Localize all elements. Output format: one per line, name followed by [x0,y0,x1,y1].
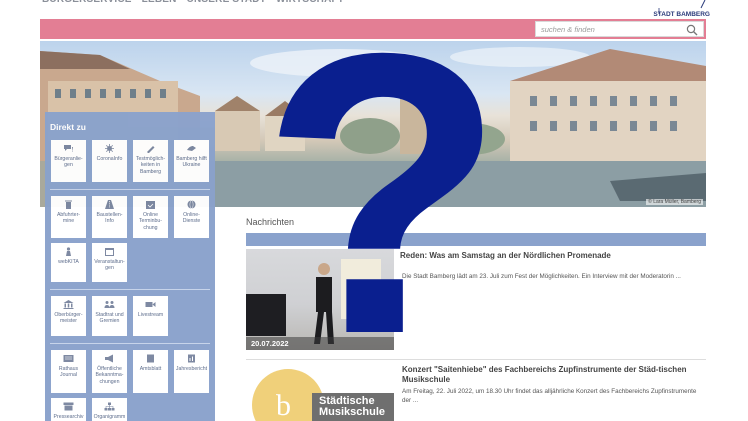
tile-abfuhrtermine[interactable]: Abfuhrter-mine [51,196,86,238]
news-header-bar [246,233,706,246]
tile-bamberg-hilft-ukraine[interactable]: Bamberg hilft Ukraine [174,140,209,182]
tile-label: Jahresbericht [175,366,208,372]
news-teaser: Die Stadt Bamberg lädt am 23. Juli zum F… [402,273,681,280]
tile-label: Amtsblatt [139,366,162,372]
tile-organigramm[interactable]: Organigramm [92,398,127,421]
org-chart-icon [104,402,115,411]
building-icon [63,300,74,309]
news-image[interactable]: b Städtische Musikschule [246,363,394,421]
document-icon [147,354,154,363]
sidebar-title: Direkt zu [50,122,86,132]
report-icon [188,354,195,363]
calendar-check-icon [146,201,155,209]
megaphone-icon [105,354,113,363]
tile-livestream[interactable]: Livestream [133,296,168,336]
tile-pressearchiv[interactable]: Pressearchiv [51,398,86,421]
nav-item-buergerservice[interactable]: BÜRGERSERVICE [42,0,132,8]
tile-amtsblatt[interactable]: Amtsblatt [133,350,168,393]
tile-rathaus-journal[interactable]: Rathaus Journal [51,350,86,393]
road-icon [105,200,114,209]
tile-label: Oberbürger-meister [54,312,83,325]
sidebar-divider [50,189,210,190]
group-icon [104,301,115,308]
video-icon [145,302,156,307]
tile-label: Online-Dienste [182,212,201,225]
page: BÜRGERSERVICE LEBEN UNSERE STADT WIRTSCH… [0,0,748,421]
newspaper-icon [63,355,74,362]
news-headline[interactable]: Konzert "Saitenhiebe" des Fachbereichs Z… [402,365,702,385]
tile-buergeranliegen[interactable]: Bürgeranlie-gen [51,140,86,182]
tile-label: Livestream [137,312,164,318]
logo-text: STADT BAMBERG [653,11,710,18]
tile-veranstaltungen[interactable]: Veranstaltun-gen [92,243,127,282]
nav-item-wirtschaft[interactable]: WIRTSCHAFT [276,0,344,8]
tile-stadtrat-gremien[interactable]: Stadtrat und Gremien [92,296,127,336]
nav-item-unsere-stadt[interactable]: UNSERE STADT [187,0,266,8]
moderator-photo [246,259,381,344]
main-nav: BÜRGERSERVICE LEBEN UNSERE STADT WIRTSCH… [42,0,344,8]
search-bar [40,19,706,39]
virus-icon [105,144,114,153]
tile-baustellen-info[interactable]: Baustellen-Info [92,196,127,238]
logo[interactable]: STADT BAMBERG [653,0,710,18]
tile-label: Stadtrat und Gremien [95,312,124,325]
tile-label: webKITA [58,259,79,265]
photo-credit: © Lara Müller, Bamberg [646,199,703,205]
helping-hands-icon [187,146,196,151]
tile-label: CoronaInfo [96,156,123,162]
music-school-label: Städtische Musikschule [319,395,386,418]
tile-label: Testmöglich-keiten in Bamberg [135,156,166,175]
direkt-zu-sidebar: Direkt zu Bürgeranlie-gen CoronaInfo Tes… [45,112,215,421]
tile-jahresbericht[interactable]: Jahresbericht [174,350,209,393]
tile-testmoeglichkeiten[interactable]: Testmöglich-keiten in Bamberg [133,140,168,182]
tile-label: Baustellen-Info [96,212,123,225]
news-teaser: Am Freitag, 22. Juli 2022, um 18.30 Uhr … [402,388,697,404]
tile-label: Rathaus Journal [58,366,79,379]
svg-text:b: b [276,389,291,421]
tile-webkita[interactable]: webKITA [51,243,86,282]
news-date: 20.07.2022 [246,337,394,350]
child-icon [66,247,71,256]
tile-online-terminbuchung[interactable]: Online Terminbu-chung [133,196,168,238]
tile-oeffentliche-bekanntmachungen[interactable]: Öffentliche Bekanntma-chungen [92,350,127,393]
tile-oberbuergermeister[interactable]: Oberbürger-meister [51,296,86,336]
tile-online-dienste[interactable]: Online-Dienste [174,196,209,238]
tile-label: Online Terminbu-chung [138,212,163,231]
chat-icon [64,145,73,152]
search-icon[interactable] [686,24,698,36]
news-headline[interactable]: Reden: Was am Samstag an der Nördlichen … [400,251,700,261]
tile-label: Öffentliche Bekanntma-chungen [95,366,124,385]
tile-label: Bamberg hilft Ukraine [176,156,207,169]
tile-coronainfo[interactable]: CoronaInfo [92,140,127,182]
globe-icon [187,200,196,209]
search-input[interactable] [541,24,681,34]
nav-item-leben[interactable]: LEBEN [142,0,177,8]
trash-icon [65,200,72,209]
tile-label: Veranstaltun-gen [94,259,125,272]
search-box [535,21,704,37]
tile-label: Abfuhrter-mine [56,212,81,225]
test-tube-icon [147,146,155,153]
sidebar-divider [50,289,210,290]
sidebar-divider [50,343,210,344]
archive-icon [63,402,74,411]
tile-label: Organigramm [93,414,126,420]
calendar-icon [105,248,114,256]
news-section-title: Nachrichten [246,217,295,227]
tile-label: Pressearchiv [53,414,84,420]
news-image[interactable]: 20.07.2022 [246,249,394,350]
tile-label: Bürgeranlie-gen [54,156,83,169]
news-divider [246,359,706,360]
